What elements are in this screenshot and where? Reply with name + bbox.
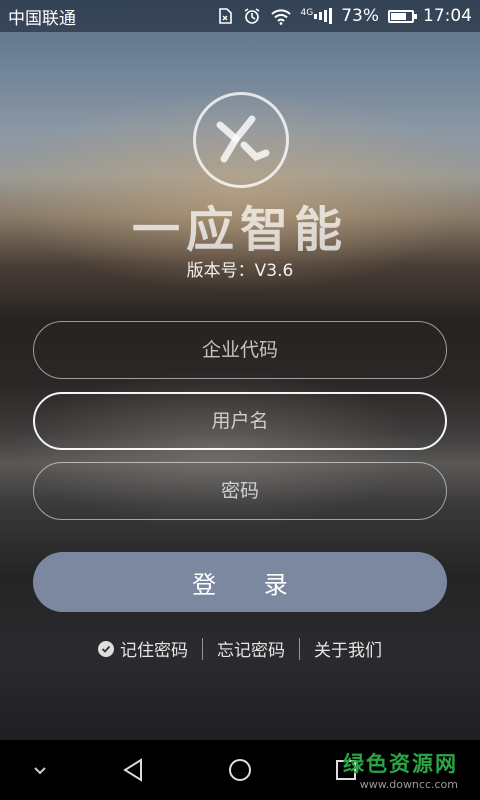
login-links: 记住密码 忘记密码 关于我们 [0,636,480,661]
watermark-title: 绿色资源网 [343,752,458,776]
signal-icon: 4G [301,8,333,24]
check-icon [98,640,114,657]
home-icon[interactable] [210,750,270,790]
app-logo [193,92,289,188]
clock: 17:04 [423,6,472,26]
password-input[interactable] [33,462,447,520]
sim-icon [216,7,234,25]
username-input[interactable] [33,392,447,450]
app-name: 一应智能 [131,202,348,258]
remember-password-label: 记住密码 [120,641,188,661]
status-icons: 4G 73% 17:04 [216,6,472,26]
about-us-link[interactable]: 关于我们 [300,636,396,661]
watermark: 绿色资源网 www.downcc.com [343,748,458,791]
login-button[interactable]: 登 录 [33,552,447,612]
network-type: 4G [300,8,314,18]
app-version: 版本号：V3.6 [186,261,294,281]
wifi-icon [270,7,292,25]
watermark-url: www.downcc.com [359,778,458,791]
alarm-icon [243,7,261,25]
chevron-down-icon[interactable] [10,750,70,790]
back-icon[interactable] [103,750,163,790]
battery-icon [388,9,417,23]
forgot-password-link[interactable]: 忘记密码 [203,636,299,661]
battery-percent: 73% [341,6,379,26]
carrier-label: 中国联通 [8,8,76,29]
navigation-bar: 绿色资源网 www.downcc.com [0,740,480,800]
status-bar: 中国联通 4G 73% 17:04 [0,0,480,32]
remember-password-toggle[interactable]: 记住密码 [84,636,202,661]
company-code-input[interactable] [33,321,447,379]
